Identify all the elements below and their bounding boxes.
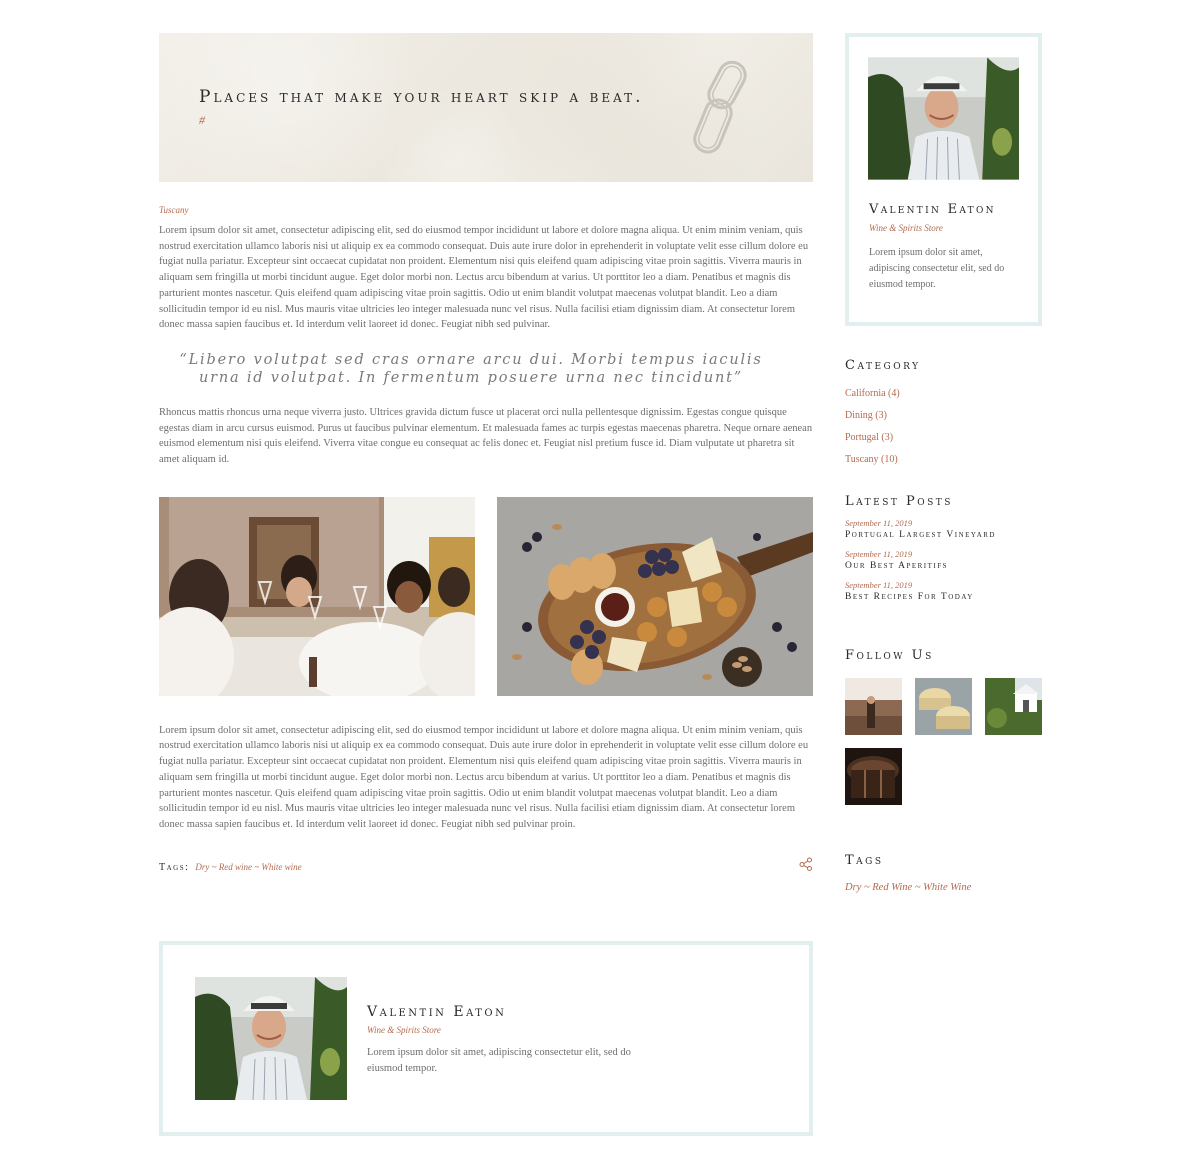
author-role: Wine & Spirits Store (869, 223, 943, 233)
latest-post-item: September 11, 2019 Our Best Aperitifs (845, 549, 996, 571)
post-tag-links[interactable]: Dry ~ Red wine ~ White wine (195, 862, 301, 872)
post-title-link[interactable]: Best Recipes For Today (845, 592, 996, 602)
widget-title: Tags (845, 853, 884, 868)
post-date[interactable]: September 11, 2019 (845, 549, 996, 559)
tags-widget: Tags Dry ~ Red Wine ~ White Wine (845, 853, 971, 893)
post-content: Places that make your heart skip a beat.… (159, 33, 813, 873)
instagram-thumb[interactable] (845, 678, 902, 735)
post-title-link[interactable]: Portugal Largest Vineyard (845, 530, 996, 540)
latest-post-item: September 11, 2019 Best Recipes For Toda… (845, 580, 996, 602)
author-bio: Lorem ipsum dolor sit amet, adipiscing c… (367, 1047, 631, 1074)
instagram-thumb[interactable] (845, 748, 902, 805)
author-name[interactable]: Valentin Eaton (367, 1004, 506, 1020)
author-avatar[interactable] (868, 57, 1019, 180)
category-link[interactable]: California (4) (845, 383, 921, 405)
latest-post-item: September 11, 2019 Portugal Largest Vine… (845, 518, 996, 540)
permalink-hash[interactable]: # (199, 113, 205, 128)
tags-label: Tags: (159, 861, 190, 873)
post-date[interactable]: September 11, 2019 (845, 518, 996, 528)
instagram-thumb[interactable] (985, 678, 1042, 735)
latest-posts-widget: Latest Posts September 11, 2019 Portugal… (845, 494, 996, 602)
post-paragraph: Lorem ipsum dolor sit amet, consectetur … (159, 225, 809, 331)
category-link[interactable]: Tuscany (10) (845, 449, 921, 471)
post-title-link[interactable]: Our Best Aperitifs (845, 561, 996, 571)
post-paragraph: Lorem ipsum dolor sit amet, consectetur … (159, 724, 809, 830)
post-gallery (159, 496, 813, 696)
post-banner: Places that make your heart skip a beat.… (159, 33, 813, 182)
category-link[interactable]: Portugal (3) (845, 427, 921, 449)
instagram-thumb[interactable] (915, 678, 972, 735)
author-avatar[interactable] (195, 977, 347, 1100)
post-quote: “Libero volutpat sed cras ornare arcu du… (179, 351, 763, 386)
author-bio: Lorem ipsum dolor sit amet, adipiscing c… (869, 247, 1005, 290)
follow-us-widget: Follow Us (845, 648, 1042, 808)
category-widget: Category California (4) Dining (3) Portu… (845, 358, 921, 471)
widget-title: Follow Us (845, 648, 934, 663)
share-icon[interactable] (799, 857, 813, 871)
category-link[interactable]: Dining (3) (845, 405, 921, 427)
category-list: California (4) Dining (3) Portugal (3) T… (845, 383, 921, 471)
chain-link-icon (693, 60, 747, 154)
post-category-link[interactable]: Tuscany (159, 205, 813, 215)
author-name[interactable]: Valentin Eaton (869, 202, 996, 217)
post-paragraph: Rhoncus mattis rhoncus urna neque viverr… (159, 406, 813, 466)
widget-title: Category (845, 358, 921, 373)
post-date[interactable]: September 11, 2019 (845, 580, 996, 590)
friends-toast-photo[interactable] (159, 496, 475, 696)
tag-links[interactable]: Dry ~ Red Wine ~ White Wine (845, 882, 971, 893)
sidebar: Valentin Eaton Wine & Spirits Store Lore… (845, 33, 1042, 893)
author-bio-box: Valentin Eaton Wine & Spirits Store Lore… (159, 941, 813, 1136)
sidebar-author-card: Valentin Eaton Wine & Spirits Store Lore… (845, 33, 1042, 326)
author-role: Wine & Spirits Store (367, 1025, 441, 1035)
post-title: Places that make your heart skip a beat. (199, 87, 644, 107)
widget-title: Latest Posts (845, 494, 953, 509)
charcuterie-board-photo[interactable] (497, 496, 813, 696)
post-tags: Tags: Dry ~ Red wine ~ White wine (159, 857, 813, 873)
instagram-grid (845, 678, 1042, 808)
